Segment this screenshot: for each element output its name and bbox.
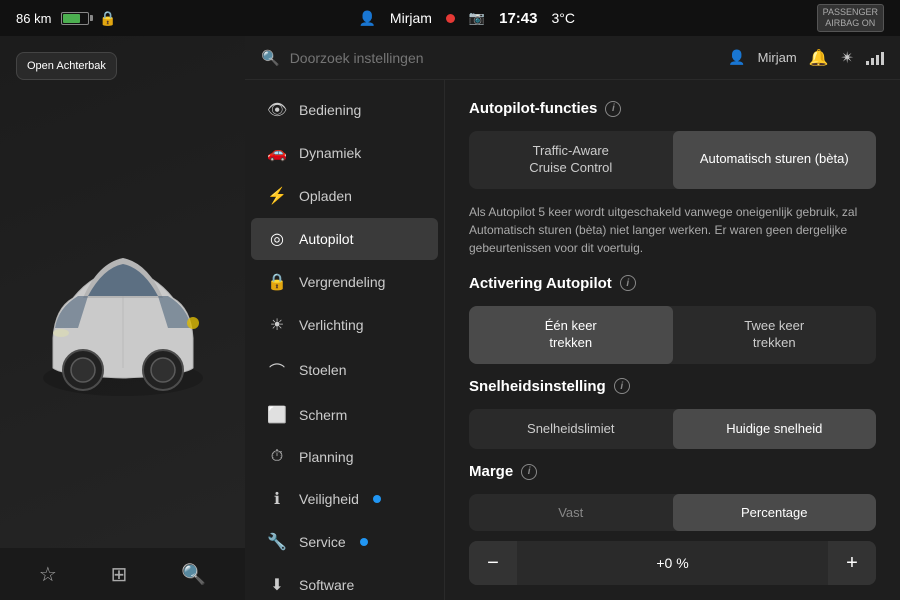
passenger-airbag-badge: PASSENGERAIRBAG ON (817, 4, 884, 32)
sidebar-item-planning[interactable]: ⏱ Planning (251, 437, 438, 477)
sidebar-label-verlichting: Verlichting (299, 317, 364, 333)
software-icon: ⬇ (267, 575, 287, 595)
percentage-control: − +0 % + (469, 541, 876, 585)
search-input[interactable] (290, 50, 719, 66)
autopilot-settings: Autopilot-functies i Traffic-Aware Cruis… (445, 80, 900, 600)
veiligheid-icon: ℹ (267, 489, 287, 509)
sidebar-label-dynamiek: Dynamiek (299, 145, 361, 161)
settings-area: 🔍 👤 Mirjam 🔔 ✴ 👁 Bediening (245, 36, 900, 600)
automatisch-sturen-button[interactable]: Automatisch sturen (bèta) (673, 131, 877, 189)
bediening-icon: 👁 (267, 100, 287, 120)
sidebar-label-opladen: Opladen (299, 188, 352, 204)
marge-title: Marge i (469, 463, 876, 480)
service-icon: 🔧 (267, 532, 287, 552)
sidebar-item-dynamiek[interactable]: 🚗 Dynamiek (251, 132, 438, 174)
search-icon: 🔍 (261, 49, 280, 67)
verlichting-icon: ☀ (267, 315, 287, 335)
apps-icon[interactable]: ⊞ (111, 562, 128, 587)
sidebar-item-autopilot[interactable]: ◎ Autopilot (251, 218, 438, 260)
sidebar-item-opladen[interactable]: ⚡ Opladen (251, 175, 438, 217)
opladen-icon: ⚡ (267, 186, 287, 206)
decrement-button[interactable]: − (469, 541, 517, 585)
snelheid-title: Snelheidsinstelling i (469, 378, 876, 395)
status-right: PASSENGERAIRBAG ON (817, 4, 884, 32)
left-panel: Open Achterbak (0, 36, 245, 600)
traffic-aware-button[interactable]: Traffic-Aware Cruise Control (469, 131, 673, 189)
marge-info[interactable]: i (521, 464, 537, 480)
main-area: Open Achterbak (0, 36, 900, 600)
autopilot-mode-toggle: Traffic-Aware Cruise Control Automatisch… (469, 131, 876, 189)
temp-display: 3°C (551, 10, 575, 26)
vast-button[interactable]: Vast (469, 494, 673, 531)
lock-icon: 🔒 (99, 10, 116, 27)
dynamiek-icon: 🚗 (267, 143, 287, 163)
veiligheid-badge (373, 495, 381, 503)
percentage-button[interactable]: Percentage (673, 494, 877, 531)
search-bottom-icon[interactable]: 🔍 (181, 562, 206, 587)
status-bar: 86 km 🔒 👤 Mirjam 📷 17:43 3°C PASSENGERAI… (0, 0, 900, 36)
sidebar-label-bediening: Bediening (299, 102, 361, 118)
snelheidslimiet-button[interactable]: Snelheidslimiet (469, 409, 673, 450)
marge-toggle: Vast Percentage (469, 494, 876, 531)
stoelen-icon: ⌒ (267, 358, 287, 382)
autopilot-functies-title: Autopilot-functies i (469, 100, 876, 117)
favorites-icon[interactable]: ☆ (39, 562, 57, 587)
huidige-snelheid-button[interactable]: Huidige snelheid (673, 409, 877, 450)
percentage-value: +0 % (517, 555, 828, 571)
vergrendeling-icon: 🔒 (267, 272, 287, 292)
signal-bars (866, 51, 884, 65)
user-icon: 👤 (358, 10, 375, 27)
bell-icon[interactable]: 🔔 (809, 48, 829, 68)
sidebar-label-scherm: Scherm (299, 407, 347, 423)
battery-indicator (61, 12, 89, 25)
sidebar-label-planning: Planning (299, 449, 354, 465)
planning-icon: ⏱ (267, 448, 287, 466)
recording-dot (446, 14, 455, 23)
sidebar-nav: 👁 Bediening 🚗 Dynamiek ⚡ Opladen ◎ Autop… (245, 80, 445, 600)
sidebar-label-autopilot: Autopilot (299, 231, 353, 247)
time-display: 17:43 (499, 10, 537, 27)
car-image (23, 208, 223, 428)
autopilot-icon: ◎ (267, 229, 287, 249)
een-keer-button[interactable]: Één keer trekken (469, 306, 673, 364)
activering-title: Activering Autopilot i (469, 275, 876, 292)
increment-button[interactable]: + (828, 541, 876, 585)
sidebar-item-vergrendeling[interactable]: 🔒 Vergrendeling (251, 261, 438, 303)
service-badge (360, 538, 368, 546)
status-left: 86 km 🔒 (16, 10, 117, 27)
search-bar-username: Mirjam (758, 50, 797, 65)
sidebar-item-scherm[interactable]: ⬜ Scherm (251, 394, 438, 436)
sidebar-item-bediening[interactable]: 👁 Bediening (251, 89, 438, 131)
autopilot-info-text: Als Autopilot 5 keer wordt uitgeschakeld… (469, 203, 876, 257)
settings-content: 👁 Bediening 🚗 Dynamiek ⚡ Opladen ◎ Autop… (245, 80, 900, 600)
sidebar-item-service[interactable]: 🔧 Service (251, 521, 438, 563)
snelheid-info[interactable]: i (614, 378, 630, 394)
sidebar-label-software: Software (299, 577, 354, 593)
sidebar-item-verlichting[interactable]: ☀ Verlichting (251, 304, 438, 346)
bottom-bar: ☆ ⊞ 🔍 (0, 548, 245, 600)
speed-display: 86 km (16, 11, 51, 26)
bluetooth-icon[interactable]: ✴ (841, 48, 854, 68)
car-visual (18, 188, 228, 448)
user-profile-icon: 👤 (728, 49, 745, 66)
status-center: 👤 Mirjam 📷 17:43 3°C (358, 10, 575, 27)
status-username: Mirjam (390, 10, 432, 26)
snelheid-toggle: Snelheidslimiet Huidige snelheid (469, 409, 876, 450)
camera-icon: 📷 (469, 10, 485, 26)
activering-toggle: Één keer trekken Twee keer trekken (469, 306, 876, 364)
autopilot-functies-info[interactable]: i (605, 101, 621, 117)
sidebar-label-stoelen: Stoelen (299, 362, 346, 378)
scherm-icon: ⬜ (267, 405, 287, 425)
sidebar-item-stoelen[interactable]: ⌒ Stoelen (251, 347, 438, 393)
twee-keer-button[interactable]: Twee keer trekken (673, 306, 877, 364)
open-achterbak-button[interactable]: Open Achterbak (16, 52, 117, 80)
activering-info[interactable]: i (620, 275, 636, 291)
sidebar-label-veiligheid: Veiligheid (299, 491, 359, 507)
sidebar-item-software[interactable]: ⬇ Software (251, 564, 438, 600)
search-bar: 🔍 👤 Mirjam 🔔 ✴ (245, 36, 900, 80)
search-bar-right: 👤 Mirjam 🔔 ✴ (728, 48, 884, 68)
sidebar-label-vergrendeling: Vergrendeling (299, 274, 385, 290)
sidebar-item-veiligheid[interactable]: ℹ Veiligheid (251, 478, 438, 520)
sidebar-label-service: Service (299, 534, 346, 550)
